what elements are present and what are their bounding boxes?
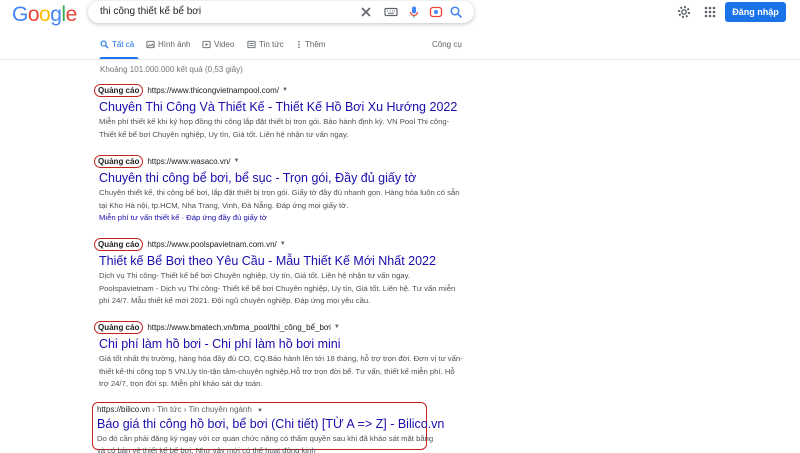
tab-label: Video — [214, 40, 235, 49]
result-url[interactable]: https://www.bmatech.vn/bma_pool/thi_công… — [147, 323, 331, 332]
result-title-link[interactable]: Chuyên Thi Công Và Thiết Kế - Thiết Kế H… — [99, 100, 464, 114]
google-logo[interactable]: Google — [12, 3, 77, 27]
video-icon — [202, 40, 211, 49]
apps-grid-icon[interactable] — [702, 4, 718, 20]
ad-header: Quảng cáo https://www.thicongvietnampool… — [94, 83, 464, 97]
signin-button[interactable]: Đăng nhập — [725, 2, 786, 22]
tab-label: Tất cả — [112, 40, 135, 49]
tab-label: Tin tức — [259, 40, 284, 49]
search-box[interactable]: thi công thiết kế bể bơi — [88, 1, 474, 23]
result-title-link[interactable]: Báo giá thi công hồ bơi, bể bơi (Chi tiế… — [97, 417, 444, 431]
tab-news[interactable]: Tin tức — [247, 40, 284, 49]
tab-videos[interactable]: Video — [202, 40, 234, 49]
ad-header: Quảng cáo https://www.wasaco.vn/ ▼ — [94, 154, 464, 168]
settings-gear-icon[interactable] — [676, 4, 692, 20]
result-description: Miễn phí thiết kế khi ký hợp đồng thi cô… — [99, 117, 450, 139]
camera-lens-icon[interactable] — [428, 4, 444, 20]
image-icon — [146, 40, 155, 49]
caret-down-icon[interactable]: ▼ — [234, 158, 240, 164]
ad-result: Quảng cáo https://www.poolspavietnam.com… — [94, 237, 464, 308]
result-description: Do đó cần phải đăng ký ngay với cơ quan … — [97, 434, 434, 453]
ad-result: Quảng cáo https://www.thicongvietnampool… — [94, 83, 464, 141]
result-description: Dịch vụ Thi công- Thiết kế bể bơi Chuyên… — [99, 271, 456, 305]
tools-button[interactable]: Công cụ — [432, 40, 462, 49]
result-stats: Khoảng 101.000.000 kết quả (0,53 giây) — [100, 65, 243, 74]
search-tabs: Tất cả Hình ảnh Video Tin tức Thêm Công … — [0, 30, 800, 60]
result-description: Giá tốt nhất thị trường, hàng hóa đầy đủ… — [99, 354, 463, 388]
ad-badge: Quảng cáo — [94, 154, 144, 168]
news-icon — [247, 40, 256, 49]
tab-more[interactable]: Thêm — [296, 40, 325, 49]
ad-badge: Quảng cáo — [94, 83, 144, 97]
more-icon — [298, 40, 300, 49]
result-title-link[interactable]: Thiết kế Bể Bơi theo Yêu Cầu - Mẫu Thiết… — [99, 254, 464, 268]
tab-label: Thêm — [305, 40, 326, 49]
result-title-link[interactable]: Chi phí làm hồ bơi - Chi phí làm hồ bơi … — [99, 337, 464, 351]
tab-all[interactable]: Tất cả — [100, 40, 134, 49]
caret-down-icon[interactable]: ▼ — [257, 408, 263, 414]
result-url[interactable]: https://www.thicongvietnampool.com/ — [147, 86, 279, 95]
tab-label: Hình ảnh — [158, 40, 191, 49]
caret-down-icon[interactable]: ▼ — [334, 324, 340, 330]
microphone-icon[interactable] — [406, 4, 422, 20]
ad-result: Quảng cáo https://www.wasaco.vn/ ▼ Chuyê… — [94, 154, 464, 224]
result-url[interactable]: https://www.poolspavietnam.com.vn/ — [147, 240, 276, 249]
breadcrumb: › Tin tức › Tin chuyên ngành — [152, 405, 252, 414]
result-url[interactable]: https://bilico.vn — [97, 405, 150, 414]
ad-badge: Quảng cáo — [94, 320, 144, 334]
result-url[interactable]: https://www.wasaco.vn/ — [147, 157, 230, 166]
search-input[interactable]: thi công thiết kế bể bơi — [100, 6, 201, 17]
caret-down-icon[interactable]: ▼ — [282, 87, 288, 93]
sitelinks[interactable]: Miễn phí tư vấn thiết kế · Đáp ứng đầy đ… — [99, 212, 464, 224]
ad-result: Quảng cáo https://www.bmatech.vn/bma_poo… — [94, 320, 464, 391]
result-url-line: https://bilico.vn › Tin tức › Tin chuyên… — [97, 405, 437, 414]
ad-badge: Quảng cáo — [94, 237, 144, 251]
keyboard-icon[interactable] — [383, 4, 399, 20]
search-icon — [100, 40, 109, 49]
organic-result: https://bilico.vn › Tin tức › Tin chuyên… — [97, 405, 444, 453]
result-title-link[interactable]: Chuyên thi công bể bơi, bể sục - Trọn gó… — [99, 171, 464, 185]
tab-images[interactable]: Hình ảnh — [146, 40, 190, 49]
ad-header: Quảng cáo https://www.poolspavietnam.com… — [94, 237, 464, 251]
clear-icon[interactable] — [358, 4, 374, 20]
caret-down-icon[interactable]: ▼ — [280, 241, 286, 247]
search-icon[interactable] — [448, 4, 464, 20]
ad-header: Quảng cáo https://www.bmatech.vn/bma_poo… — [94, 320, 464, 334]
divider — [0, 59, 800, 60]
result-description: Chuyên thiết kế, thi công bể bơi, lắp đặ… — [99, 188, 460, 210]
